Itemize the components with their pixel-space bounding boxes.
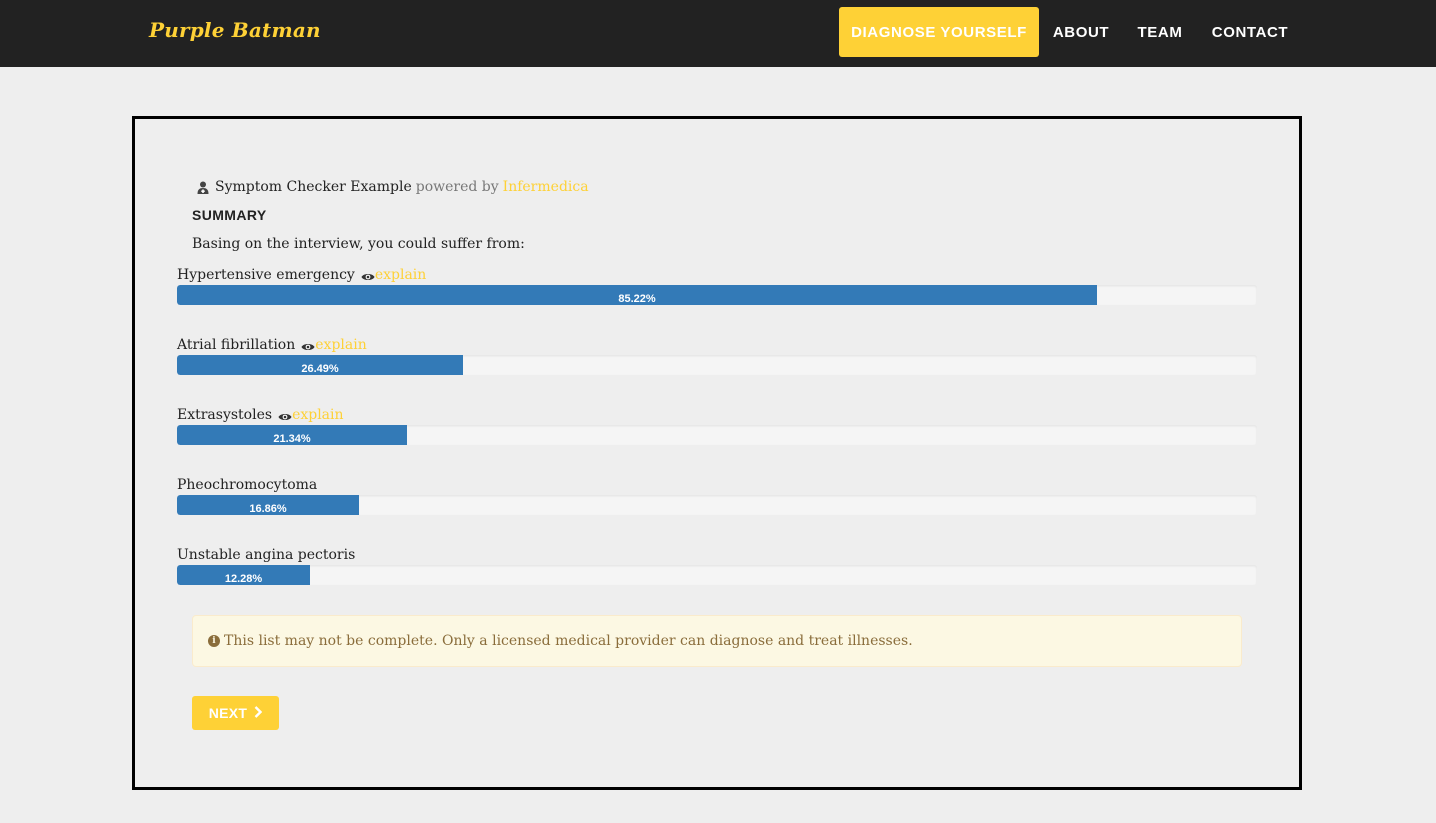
condition-name: Hypertensive emergency <box>177 267 355 283</box>
next-button[interactable]: NEXT <box>192 696 279 730</box>
eye-icon[interactable] <box>301 340 315 350</box>
probability-bar-fill: 12.28% <box>177 565 310 585</box>
powered-by-text: powered by <box>415 179 499 195</box>
condition-label-row: Pheochromocytoma <box>177 477 317 493</box>
condition-label-row: Hypertensive emergency explain <box>177 267 426 283</box>
symptom-checker-panel: Symptom Checker Example powered by Infer… <box>132 116 1302 790</box>
condition-item: Unstable angina pectoris 12.28% <box>177 547 1257 589</box>
condition-item: Pheochromocytoma 16.86% <box>177 477 1257 519</box>
probability-label: 16.86% <box>249 503 287 515</box>
probability-bar: 26.49% <box>177 355 1257 375</box>
summary-title: SUMMARY <box>192 207 267 223</box>
condition-label-row: Extrasystoles explain <box>177 407 344 423</box>
eye-icon[interactable] <box>361 270 375 280</box>
info-circle-icon: i <box>208 635 220 647</box>
probability-bar: 12.28% <box>177 565 1257 585</box>
doctor-icon <box>197 181 209 194</box>
probability-bar-fill: 21.34% <box>177 425 407 445</box>
nav-team[interactable]: TEAM <box>1127 7 1193 57</box>
condition-label-row: Unstable angina pectoris <box>177 547 355 563</box>
condition-label-row: Atrial fibrillation explain <box>177 337 367 353</box>
probability-bar-fill: 26.49% <box>177 355 463 375</box>
condition-name: Extrasystoles <box>177 407 273 423</box>
nav-diagnose-yourself[interactable]: DIAGNOSE YOURSELF <box>839 7 1039 57</box>
probability-bar-fill: 16.86% <box>177 495 359 515</box>
condition-name: Unstable angina pectoris <box>177 547 356 563</box>
probability-bar: 16.86% <box>177 495 1257 515</box>
explain-link[interactable]: explain <box>292 407 343 423</box>
explain-link[interactable]: explain <box>315 337 366 353</box>
condition-name: Atrial fibrillation <box>177 337 296 353</box>
probability-label: 26.49% <box>301 363 339 375</box>
explain-link[interactable]: explain <box>375 267 426 283</box>
probability-label: 12.28% <box>224 573 263 585</box>
condition-item: Hypertensive emergency explain 85.22% <box>177 267 1257 309</box>
brand-logo[interactable]: Purple Batman <box>149 18 321 42</box>
nav-about[interactable]: ABOUT <box>1045 7 1117 57</box>
condition-item: Atrial fibrillation explain 26.49% <box>177 337 1257 379</box>
condition-name: Pheochromocytoma <box>177 477 318 493</box>
disclaimer-alert: i This list may not be complete. Only a … <box>192 615 1242 667</box>
probability-bar: 21.34% <box>177 425 1257 445</box>
probability-label: 85.22% <box>618 293 656 305</box>
nav-contact[interactable]: CONTACT <box>1204 7 1296 57</box>
summary-intro: Basing on the interview, you could suffe… <box>192 236 525 252</box>
chevron-right-icon <box>254 705 263 721</box>
widget-header: Symptom Checker Example powered by Infer… <box>197 179 589 195</box>
infermedica-link[interactable]: Infermedica <box>503 179 589 195</box>
eye-icon[interactable] <box>278 410 292 420</box>
next-button-label: NEXT <box>208 705 248 721</box>
probability-bar: 85.22% <box>177 285 1257 305</box>
probability-bar-fill: 85.22% <box>177 285 1097 305</box>
condition-item: Extrasystoles explain 21.34% <box>177 407 1257 449</box>
widget-title: Symptom Checker Example <box>215 179 412 195</box>
navbar: Purple Batman DIAGNOSE YOURSELF ABOUT TE… <box>0 0 1436 67</box>
disclaimer-text: This list may not be complete. Only a li… <box>224 633 913 649</box>
probability-label: 21.34% <box>273 433 311 445</box>
